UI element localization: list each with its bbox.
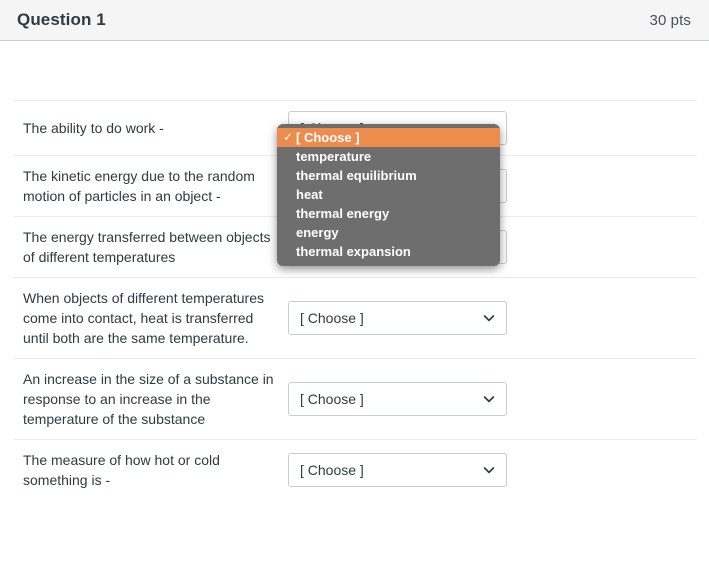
dropdown-option-thermal-equilibrium[interactable]: ✓ thermal equilibrium [277, 166, 500, 185]
prompt-text: The ability to do work - [23, 120, 164, 136]
question-points: 30 pts [649, 11, 691, 29]
prompt-text: An increase in the size of a substance i… [23, 371, 274, 427]
page-title: Question 1 [17, 10, 106, 29]
answer-select-4[interactable]: [ Choose ] [288, 301, 507, 335]
check-icon: ✓ [283, 147, 296, 166]
dropdown-option-label: [ Choose ] [296, 130, 360, 145]
dropdown-option-temperature[interactable]: ✓ temperature [277, 147, 500, 166]
answer-select-5[interactable]: [ Choose ] [288, 382, 507, 416]
question-body: The ability to do work - [ Choose ] The … [0, 41, 709, 500]
check-icon: ✓ [283, 130, 294, 144]
dropdown-option-label: temperature [296, 149, 372, 164]
check-icon: ✓ [283, 204, 296, 223]
prompt-cell: An increase in the size of a substance i… [13, 359, 288, 440]
check-icon: ✓ [283, 185, 296, 204]
answer-select-6[interactable]: [ Choose ] [288, 453, 507, 487]
prompt-cell: The energy transferred between objects o… [13, 217, 288, 278]
dropdown-option-energy[interactable]: ✓ energy [277, 223, 500, 242]
dropdown-option-thermal-expansion[interactable]: ✓ thermal expansion [277, 242, 500, 261]
body-top-spacer [13, 41, 696, 100]
answer-cell: [ Choose ] [288, 440, 697, 501]
table-row: When objects of different temperatures c… [13, 277, 697, 359]
chevron-down-icon [483, 312, 495, 324]
dropdown-option-heat[interactable]: ✓ heat [277, 185, 500, 204]
prompt-text: The energy transferred between objects o… [23, 229, 271, 265]
dropdown-option-label: thermal equilibrium [296, 168, 417, 183]
dropdown-option-label: energy [296, 225, 339, 240]
prompt-cell: The ability to do work - [13, 101, 288, 156]
prompt-text: The kinetic energy due to the random mot… [23, 168, 255, 204]
answer-cell: [ Choose ] [288, 278, 697, 359]
table-row: An increase in the size of a substance i… [13, 358, 697, 440]
prompt-cell: When objects of different temperatures c… [13, 278, 288, 359]
chevron-down-icon [483, 464, 495, 476]
prompt-cell: The kinetic energy due to the random mot… [13, 156, 288, 217]
answer-select-value: [ Choose ] [300, 391, 364, 407]
dropdown-option-label: heat [296, 187, 323, 202]
prompt-text: When objects of different temperatures c… [23, 290, 264, 346]
dropdown-option-choose[interactable]: ✓ [ Choose ] [277, 128, 500, 147]
answer-cell: [ Choose ] [288, 359, 697, 440]
answer-select-1-dropdown[interactable]: ✓ [ Choose ] ✓ temperature ✓ thermal equ… [277, 124, 500, 266]
prompt-cell: The measure of how hot or cold something… [13, 440, 288, 501]
question-header: Question 1 30 pts [0, 0, 709, 41]
dropdown-option-label: thermal energy [296, 206, 390, 221]
answer-select-value: [ Choose ] [300, 462, 364, 478]
dropdown-option-label: thermal expansion [296, 244, 411, 259]
prompt-text: The measure of how hot or cold something… [23, 452, 220, 488]
chevron-down-icon [483, 393, 495, 405]
table-row: The measure of how hot or cold something… [13, 439, 697, 501]
answer-select-value: [ Choose ] [300, 310, 364, 326]
check-icon: ✓ [283, 242, 296, 261]
dropdown-option-thermal-energy[interactable]: ✓ thermal energy [277, 204, 500, 223]
check-icon: ✓ [283, 223, 296, 242]
check-icon: ✓ [283, 166, 296, 185]
